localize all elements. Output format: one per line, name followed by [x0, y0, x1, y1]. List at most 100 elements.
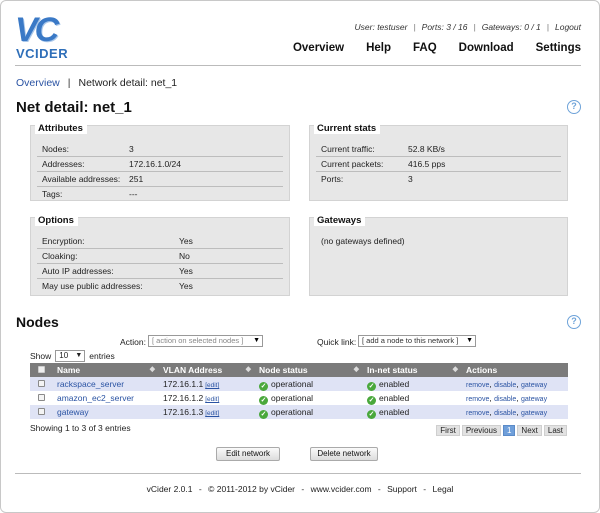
- table-info: Showing 1 to 3 of 3 entries: [30, 423, 131, 433]
- attribute-row: Nodes: 3: [37, 142, 283, 157]
- table-row: gateway 172.16.1.3 [edit] ✓ operational ✓ e…: [30, 405, 568, 419]
- nav-download[interactable]: Download: [459, 42, 514, 54]
- node-status: operational: [271, 379, 314, 389]
- check-circle-icon: ✓: [259, 410, 268, 419]
- show-label: Show: [30, 351, 52, 361]
- breadcrumb: Overview | Network detail: net_1: [16, 77, 177, 89]
- action-select[interactable]: [ action on selected nodes ] ▼: [148, 335, 263, 347]
- stats-title: Current stats: [314, 122, 381, 134]
- help-icon[interactable]: ?: [567, 100, 581, 114]
- footer-version: vCider 2.0.1: [146, 484, 193, 494]
- remove-link[interactable]: remove: [466, 396, 489, 403]
- edit-network-button[interactable]: Edit network: [216, 447, 280, 461]
- pager-last-button[interactable]: Last: [543, 425, 567, 436]
- gateways-empty-text: (no gateways defined): [321, 236, 405, 246]
- gateways-title: Gateways: [314, 214, 366, 226]
- option-key: Encryption:: [42, 236, 85, 246]
- option-value: No: [179, 251, 190, 261]
- chevron-down-icon: ▼: [466, 337, 473, 344]
- option-key: May use public addresses:: [42, 281, 143, 291]
- page-title: Net detail: net_1: [16, 99, 132, 116]
- disable-link[interactable]: disable: [494, 396, 516, 403]
- column-header-node-status[interactable]: Node status ◆: [254, 363, 362, 377]
- sort-icon: ◆: [149, 366, 155, 373]
- pager-page-button[interactable]: 1: [502, 425, 516, 436]
- footer-divider: [15, 473, 581, 474]
- edit-address-link[interactable]: [edit]: [205, 396, 219, 403]
- quicklink-select[interactable]: [ add a node to this network ] ▼: [358, 335, 476, 347]
- node-status: operational: [271, 393, 314, 403]
- stat-row: Current traffic: 52.8 KB/s: [316, 142, 561, 157]
- footer-support-link[interactable]: Support: [387, 484, 417, 494]
- gateway-link[interactable]: gateway: [521, 410, 547, 417]
- nodes-help-icon[interactable]: ?: [567, 315, 581, 329]
- node-status: operational: [271, 407, 314, 417]
- attributes-panel: Attributes Nodes: 3 Addresses: 172.16.1.…: [30, 122, 290, 202]
- footer-legal-link[interactable]: Legal: [433, 484, 454, 494]
- delete-network-button[interactable]: Delete network: [310, 447, 378, 461]
- breadcrumb-overview-link[interactable]: Overview: [16, 77, 60, 89]
- remove-link[interactable]: remove: [466, 382, 489, 389]
- check-circle-icon: ✓: [367, 410, 376, 419]
- gateway-link[interactable]: gateway: [521, 382, 547, 389]
- stat-value: 52.8 KB/s: [408, 144, 445, 154]
- stat-row: Current packets: 416.5 pps: [316, 157, 561, 172]
- page: VC VCIDER User: testuser | Ports: 3 / 16…: [0, 0, 600, 513]
- edit-address-link[interactable]: [edit]: [205, 382, 219, 389]
- attribute-key: Available addresses:: [42, 174, 121, 184]
- pagination: First Previous 1 Next Last: [436, 425, 567, 436]
- node-name-link[interactable]: amazon_ec2_server: [57, 393, 134, 403]
- footer-site-link[interactable]: www.vcider.com: [311, 484, 372, 494]
- column-header-label: VLAN Address: [163, 365, 223, 375]
- page-length-select[interactable]: 10 ▼: [55, 350, 86, 362]
- action-select-value: [ action on selected nodes ]: [152, 336, 244, 345]
- sort-icon: ◆: [452, 366, 458, 373]
- footer-dash: -: [198, 484, 202, 494]
- attribute-value: 3: [129, 144, 134, 154]
- quicklink-label: Quick link:: [317, 337, 357, 347]
- disable-link[interactable]: disable: [494, 382, 516, 389]
- row-checkbox[interactable]: [38, 380, 45, 387]
- nav-help[interactable]: Help: [366, 42, 391, 54]
- attribute-key: Tags:: [42, 189, 63, 199]
- edit-address-link[interactable]: [edit]: [205, 410, 219, 417]
- attribute-key: Addresses:: [42, 159, 85, 169]
- row-checkbox[interactable]: [38, 408, 45, 415]
- column-header-actions: Actions: [461, 363, 568, 377]
- attributes-title: Attributes: [35, 122, 87, 134]
- column-header-vlan[interactable]: VLAN Address ◆: [158, 363, 254, 377]
- row-checkbox[interactable]: [38, 394, 45, 401]
- nav-settings[interactable]: Settings: [536, 42, 581, 54]
- option-key: Cloaking:: [42, 251, 78, 261]
- gateway-link[interactable]: gateway: [521, 396, 547, 403]
- vcider-logo[interactable]: VC VCIDER: [15, 13, 85, 60]
- check-circle-icon: ✓: [259, 396, 268, 405]
- innet-status: enabled: [379, 407, 410, 417]
- nodes-title: Nodes: [16, 314, 59, 330]
- pager-next-button[interactable]: Next: [517, 425, 542, 436]
- option-value: Yes: [179, 266, 193, 276]
- nav-faq[interactable]: FAQ: [413, 42, 437, 54]
- attribute-row: Available addresses: 251: [37, 172, 283, 187]
- column-header-name[interactable]: Name ◆: [52, 363, 158, 377]
- node-name-link[interactable]: gateway: [57, 407, 89, 417]
- footer-dash: -: [301, 484, 305, 494]
- logout-link[interactable]: Logout: [555, 22, 581, 32]
- column-header-innet-status[interactable]: In-net status ◆: [362, 363, 461, 377]
- remove-link[interactable]: remove: [466, 410, 489, 417]
- select-all-checkbox[interactable]: [38, 366, 45, 373]
- attribute-row: Tags: ---: [37, 187, 283, 202]
- column-header-label: Node status: [259, 365, 308, 375]
- nav-overview[interactable]: Overview: [293, 42, 344, 54]
- node-name-link[interactable]: rackspace_server: [57, 379, 124, 389]
- option-row: Auto IP addresses: Yes: [37, 264, 283, 279]
- pager-first-button[interactable]: First: [436, 425, 460, 436]
- stat-value: 3: [408, 174, 413, 184]
- vlan-address: 172.16.1.1: [163, 379, 204, 389]
- footer-dash: -: [423, 484, 427, 494]
- option-value: Yes: [179, 281, 193, 291]
- disable-link[interactable]: disable: [494, 410, 516, 417]
- pager-previous-button[interactable]: Previous: [461, 425, 501, 436]
- stat-key: Current packets:: [321, 159, 384, 169]
- select-all-cell: [30, 363, 52, 377]
